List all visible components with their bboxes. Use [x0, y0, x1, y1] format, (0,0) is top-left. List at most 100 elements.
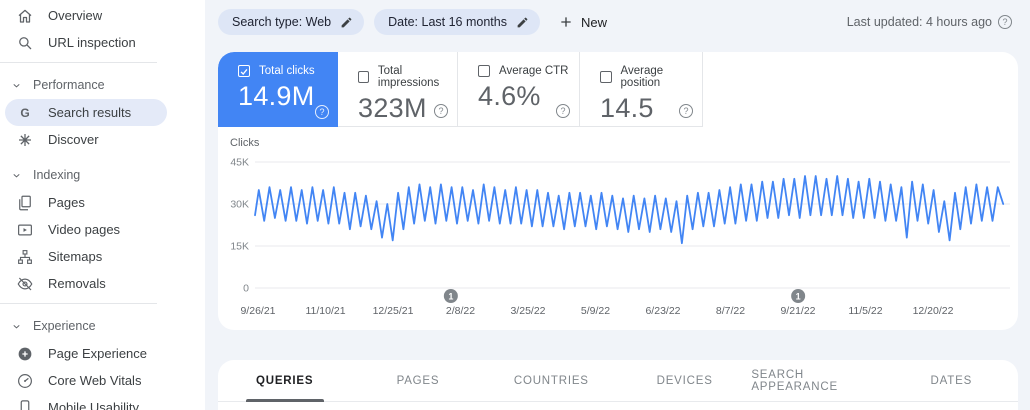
- x-tick-label: 12/20/22: [913, 305, 954, 317]
- tab-label: QUERIES: [256, 375, 313, 387]
- sidebar-item-overview[interactable]: Overview: [5, 2, 167, 29]
- checkbox-unchecked-icon[interactable]: [478, 65, 490, 77]
- tab-label: DATES: [931, 375, 973, 387]
- sidebar-divider: [0, 62, 157, 63]
- annotation-marker[interactable]: 1: [791, 289, 805, 303]
- x-tick-label: 5/9/22: [581, 305, 610, 317]
- sidebar-item-core-web-vitals[interactable]: Core Web Vitals: [5, 367, 167, 394]
- metric-help-icon[interactable]: ?: [315, 105, 329, 119]
- sidebar-item-video-pages[interactable]: Video pages: [5, 216, 167, 243]
- sidebar-item-url-inspection[interactable]: URL inspection: [5, 29, 167, 56]
- annotation-marker[interactable]: 1: [444, 289, 458, 303]
- sidebar-section-performance[interactable]: Performance: [7, 72, 205, 98]
- sidebar-section-label: Performance: [33, 78, 105, 92]
- filter-chip-date[interactable]: Date: Last 16 months: [374, 9, 540, 35]
- chart-axis-title: Clicks: [230, 137, 260, 149]
- sidebar-item-label: Removals: [48, 276, 106, 291]
- metric-label: Total clicks: [259, 65, 315, 77]
- x-tick-label: 8/7/22: [716, 305, 745, 317]
- mobile-usability-icon: [16, 399, 34, 410]
- clicks-line-chart: Clicks45K30K15K09/26/2111/10/2112/25/212…: [218, 130, 1018, 330]
- sidebar-item-discover[interactable]: Discover: [5, 126, 167, 153]
- tab-countries[interactable]: COUNTRIES: [485, 360, 618, 401]
- metric-card-total-impressions[interactable]: Total impressions323M?: [338, 52, 458, 127]
- x-tick-label: 9/26/21: [240, 305, 275, 317]
- filter-chips: Search type: Web Date: Last 16 months: [218, 9, 550, 35]
- metric-card-total-clicks[interactable]: Total clicks14.9M?: [218, 52, 338, 127]
- search-console-performance-page: OverviewURL inspectionPerformanceGSearch…: [0, 0, 1030, 410]
- sidebar-item-sitemaps[interactable]: Sitemaps: [5, 243, 167, 270]
- x-tick-label: 3/25/22: [510, 305, 545, 317]
- edit-icon: [516, 16, 529, 29]
- search-icon: [16, 34, 34, 52]
- tab-label: COUNTRIES: [514, 375, 589, 387]
- page-experience-icon: [16, 345, 34, 363]
- sidebar-section-indexing[interactable]: Indexing: [7, 162, 205, 188]
- pages-icon: [16, 194, 34, 212]
- checkbox-checked-icon[interactable]: [238, 65, 250, 77]
- dimensions-tabs-card: QUERIES PAGES COUNTRIES DEVICESSEARCH APPEA…: [218, 360, 1018, 410]
- new-filter-button[interactable]: New: [558, 14, 607, 30]
- metric-help-icon[interactable]: ?: [434, 104, 448, 118]
- metric-card-average-position[interactable]: Average position14.5?: [580, 52, 703, 127]
- chevron-down-icon: [7, 76, 25, 94]
- checkbox-unchecked-icon[interactable]: [358, 71, 369, 83]
- metric-label: Total impressions: [378, 65, 457, 89]
- tab-search-appearance[interactable]: SEARCH APPEARANCE: [751, 360, 884, 401]
- metric-label: Average position: [621, 65, 702, 89]
- metric-help-icon[interactable]: ?: [556, 104, 570, 118]
- sidebar-item-removals[interactable]: Removals: [5, 270, 167, 297]
- filter-chip-search-type[interactable]: Search type: Web: [218, 9, 364, 35]
- sidebar-item-pages[interactable]: Pages: [5, 189, 167, 216]
- filter-chip-label: Date: Last 16 months: [388, 15, 507, 29]
- sidebar-item-page-experience[interactable]: Page Experience: [5, 340, 167, 367]
- tab-dates[interactable]: DATES: [885, 360, 1018, 401]
- sitemaps-icon: [16, 248, 34, 266]
- sidebar-section-label: Indexing: [33, 168, 80, 182]
- sidebar-item-label: Video pages: [48, 222, 120, 237]
- svg-text:1: 1: [448, 292, 453, 302]
- g-logo-icon: G: [16, 104, 34, 122]
- metric-card-average-ctr[interactable]: Average CTR4.6%?: [458, 52, 580, 127]
- x-tick-label: 6/23/22: [645, 305, 680, 317]
- sidebar-item-label: Core Web Vitals: [48, 373, 141, 388]
- last-updated-text: Last updated: 4 hours ago: [847, 15, 992, 29]
- metric-help-icon[interactable]: ?: [679, 104, 693, 118]
- last-updated-help-icon[interactable]: ?: [998, 15, 1012, 29]
- sidebar-item-label: Pages: [48, 195, 85, 210]
- dimension-tabs: QUERIES PAGES COUNTRIES DEVICESSEARCH APPEA…: [218, 360, 1018, 402]
- tab-devices[interactable]: DEVICES: [618, 360, 751, 401]
- sidebar-item-mobile-usability[interactable]: Mobile Usability: [5, 394, 167, 410]
- x-tick-label: 2/8/22: [446, 305, 475, 317]
- sidebar-item-label: URL inspection: [48, 35, 136, 50]
- tab-queries[interactable]: QUERIES: [218, 360, 351, 401]
- x-tick-label: 11/10/21: [305, 305, 345, 317]
- sidebar-item-label: Discover: [48, 132, 99, 147]
- y-tick-label: 0: [243, 283, 249, 295]
- plus-icon: [558, 14, 574, 30]
- clicks-series-line: [255, 176, 1003, 243]
- svg-text:1: 1: [796, 292, 801, 302]
- edit-icon: [340, 16, 353, 29]
- tab-pages[interactable]: PAGES: [351, 360, 484, 401]
- filter-chip-label: Search type: Web: [232, 15, 331, 29]
- home-icon: [16, 7, 34, 25]
- sidebar-item-label: Mobile Usability: [48, 400, 139, 410]
- sidebar-section-experience[interactable]: Experience: [7, 313, 205, 339]
- sidebar-item-label: Overview: [48, 8, 102, 23]
- sidebar-item-search-results[interactable]: GSearch results: [5, 99, 167, 126]
- x-tick-label: 12/25/21: [373, 305, 414, 317]
- metric-cards-row: Total clicks14.9M?Total impressions323M?…: [218, 52, 1018, 127]
- sidebar: Overview URL inspection Performance GSearch…: [0, 0, 205, 410]
- new-filter-label: New: [581, 15, 607, 30]
- tab-label: SEARCH APPEARANCE: [751, 369, 884, 393]
- svg-text:G: G: [20, 106, 29, 120]
- main-content: Search type: Web Date: Last 16 months New…: [205, 0, 1030, 410]
- x-tick-label: 9/21/22: [780, 305, 815, 317]
- checkbox-unchecked-icon[interactable]: [600, 71, 612, 83]
- removals-icon: [16, 275, 34, 293]
- tab-label: PAGES: [397, 375, 440, 387]
- y-tick-label: 30K: [230, 199, 249, 211]
- metric-label: Average CTR: [499, 65, 568, 77]
- video-pages-icon: [16, 221, 34, 239]
